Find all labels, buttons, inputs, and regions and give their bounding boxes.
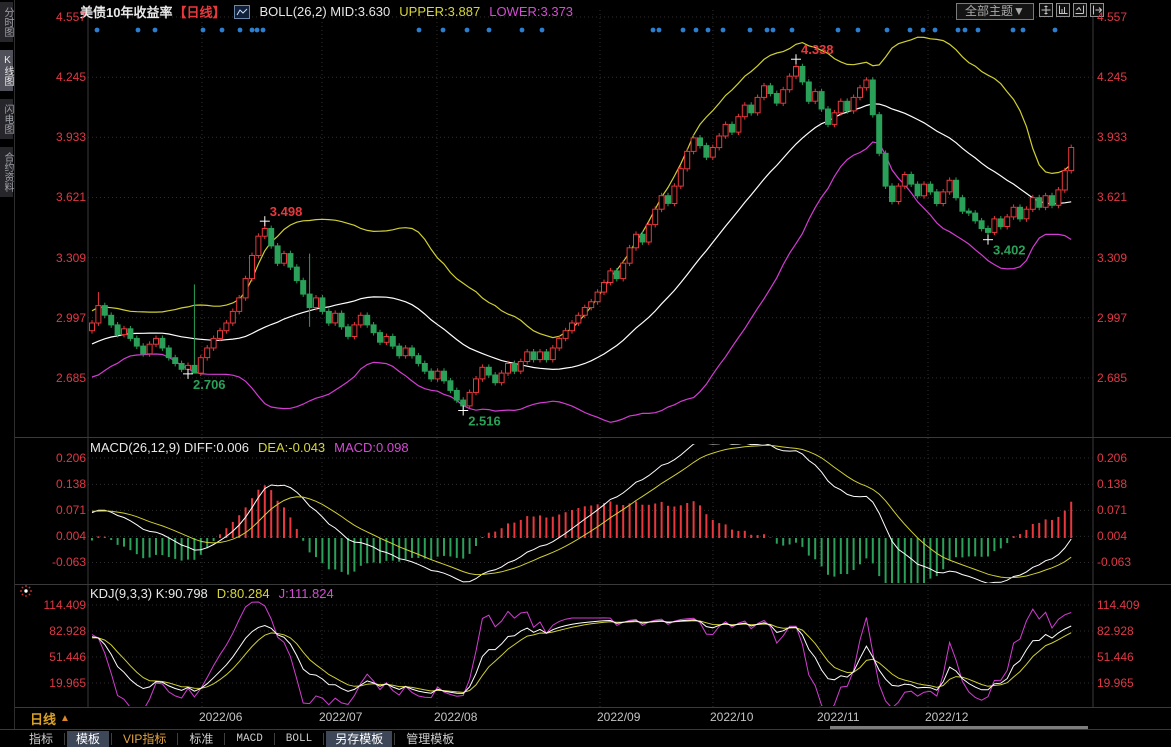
svg-text:2.706: 2.706 (193, 377, 226, 392)
candles-layer (90, 59, 1074, 410)
panel-borders (14, 10, 1171, 708)
y-axis-label: 4.557 (14, 10, 86, 24)
y-axis-label: 3.933 (1097, 130, 1167, 144)
svg-text:3.498: 3.498 (270, 204, 303, 219)
x-axis-date: 2022/07 (319, 710, 362, 724)
toolbar-tab-save-template[interactable]: 另存模板 (326, 731, 392, 747)
boll-lower-value: LOWER:3.373 (489, 4, 573, 19)
toolbar-tab-macd[interactable]: MACD (227, 731, 271, 747)
toolbar-separator (323, 733, 324, 745)
x-axis-date: 2022/09 (597, 710, 640, 724)
bottom-toolbar: 指标 模板 VIP指标 标准 MACD BOLL 另存模板 管理模板 (0, 729, 1171, 747)
y-axis-label: 2.997 (14, 311, 86, 325)
chart-canvas[interactable]: 3.498 2.706 2.516 4.338 3.402 (0, 0, 1171, 747)
y-axis-label: 0.004 (1097, 529, 1167, 543)
period-tag: 【日线】 (173, 2, 225, 21)
main-chart-header: 美债10年收益率 【日线】 BOLL(26,2) MID:3.630 UPPER… (80, 2, 573, 21)
y-axis-label: 0.138 (14, 477, 86, 491)
y-axis-label: 0.206 (1097, 451, 1167, 465)
period-selector[interactable]: 日线 ▲ (30, 709, 70, 728)
boll-upper-value: UPPER:3.887 (399, 4, 480, 19)
y-axis-label: 4.557 (1097, 10, 1167, 24)
toolbar-separator (274, 733, 275, 745)
svg-text:3.402: 3.402 (993, 243, 1026, 258)
window-control-icons (1039, 3, 1104, 17)
toolbar-separator (177, 733, 178, 745)
sidebar-tab-time-chart[interactable]: 分时图 (0, 2, 13, 42)
y-axis-label: 3.309 (14, 251, 86, 265)
toolbar-separator (111, 733, 112, 745)
y-axis-label: 82.928 (14, 624, 86, 638)
x-axis-date: 2022/10 (710, 710, 753, 724)
kdj-d-value: D:80.284 (217, 586, 270, 601)
price-annotations: 3.498 2.706 2.516 4.338 3.402 (183, 42, 1026, 428)
y-axis-label: 19.965 (1097, 676, 1167, 690)
toolbar-separator (224, 733, 225, 745)
y-axis-label: 3.933 (14, 130, 86, 144)
y-axis-label: 0.071 (1097, 503, 1167, 517)
toolbar-separator (64, 733, 65, 745)
macd-header: MACD(26,12,9) DIFF:0.006 DEA:-0.043 MACD… (90, 440, 409, 455)
toolbar-tab-manage-template[interactable]: 管理模板 (397, 731, 463, 747)
y-axis-label: 2.685 (14, 371, 86, 385)
y-axis-label: -0.063 (1097, 555, 1167, 569)
toolbar-tab-standard[interactable]: 标准 (180, 731, 222, 747)
x-axis-date: 2022/11 (817, 710, 860, 724)
y-axis-label: 51.446 (1097, 650, 1167, 664)
chevron-up-icon: ▲ (60, 713, 70, 724)
sidebar-tab-kline[interactable]: K线图 (0, 50, 13, 91)
kdj-k-value: KDJ(9,3,3) K:90.798 (90, 586, 208, 601)
period-selector-label: 日线 (30, 709, 56, 728)
boll-indicator-icon (234, 5, 250, 19)
y-axis-label: 51.446 (14, 650, 86, 664)
y-axis-label: -0.063 (14, 555, 86, 569)
toolbar-separator (394, 733, 395, 745)
pan-move-icon[interactable] (1039, 3, 1053, 17)
sidebar-tab-flash-chart[interactable]: 闪电图 (0, 99, 13, 139)
y-axis-label: 0.138 (1097, 477, 1167, 491)
y-axis-label: 4.245 (14, 70, 86, 84)
toolbar-tab-boll[interactable]: BOLL (277, 731, 321, 747)
y-axis-label: 4.245 (1097, 70, 1167, 84)
macd-dea-value: DEA:-0.043 (258, 440, 325, 455)
x-axis-date: 2022/08 (434, 710, 477, 724)
y-axis-label: 114.409 (14, 598, 86, 612)
y-axis-label: 0.071 (14, 503, 86, 517)
toolbar-tab-indicator[interactable]: 指标 (20, 731, 62, 747)
x-axis-date: 2022/12 (925, 710, 968, 724)
event-markers (95, 28, 1058, 33)
app-window: 3.498 2.706 2.516 4.338 3.402 分时图 K线图 闪电图 合约… (0, 0, 1171, 747)
toolbar-tab-vip-indicator[interactable]: VIP指标 (114, 731, 175, 747)
macd-hist-value: MACD:0.098 (334, 440, 408, 455)
y-axis-label: 114.409 (1097, 598, 1167, 612)
sidebar-tab-contract-info[interactable]: 合约资料 (0, 147, 13, 197)
y-axis-label: 82.928 (1097, 624, 1167, 638)
y-axis-label: 2.997 (1097, 311, 1167, 325)
svg-text:2.516: 2.516 (468, 414, 501, 429)
grid-lines (88, 10, 1093, 707)
svg-text:4.338: 4.338 (801, 42, 834, 57)
y-axis-label: 0.206 (14, 451, 86, 465)
axis-chart-right-icon[interactable] (1073, 3, 1087, 17)
y-axis-label: 0.004 (14, 529, 86, 543)
boll-mid-value: BOLL(26,2) MID:3.630 (259, 4, 390, 19)
kdj-j-value: J:111.824 (279, 586, 334, 601)
y-axis-label: 2.685 (1097, 371, 1167, 385)
instrument-title: 美债10年收益率 (80, 2, 172, 21)
y-axis-label: 3.621 (14, 190, 86, 204)
x-axis-date: 2022/06 (199, 710, 242, 724)
theme-dropdown[interactable]: 全部主题▼ (956, 3, 1034, 20)
kdj-header: KDJ(9,3,3) K:90.798 D:80.284 J:111.824 (90, 586, 334, 601)
axis-chart-left-icon[interactable] (1056, 3, 1070, 17)
y-axis-label: 3.621 (1097, 190, 1167, 204)
macd-diff-value: MACD(26,12,9) DIFF:0.006 (90, 440, 249, 455)
left-sidebar: 分时图 K线图 闪电图 合约资料 (0, 0, 15, 731)
y-axis-label: 19.965 (14, 676, 86, 690)
toolbar-tab-template[interactable]: 模板 (67, 731, 109, 747)
y-axis-label: 3.309 (1097, 251, 1167, 265)
